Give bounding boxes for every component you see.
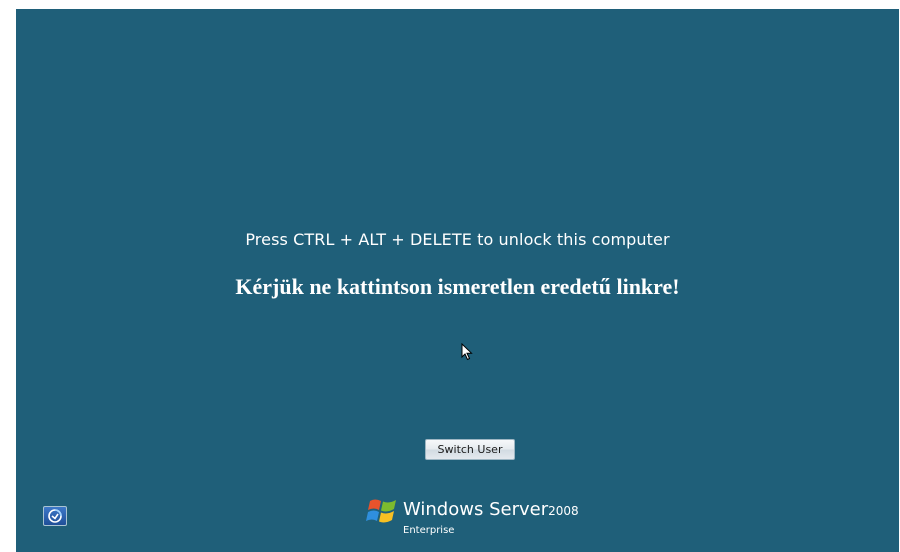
lock-screen: Press CTRL + ALT + DELETE to unlock this…: [16, 9, 899, 552]
product-version: 2008: [548, 504, 579, 518]
ease-of-access-icon: [48, 509, 62, 523]
ease-of-access-button[interactable]: [43, 506, 67, 526]
switch-user-button[interactable]: Switch User: [425, 439, 515, 460]
mouse-pointer-icon: [461, 343, 473, 361]
product-name: Windows Server2008: [403, 499, 579, 520]
product-edition: Enterprise: [403, 525, 455, 536]
security-notice: Kérjük ne kattintson ismeretlen eredetű …: [235, 274, 680, 299]
windows-flag-icon: [366, 499, 396, 523]
product-label: Windows Server: [403, 499, 549, 520]
unlock-prompt: Press CTRL + ALT + DELETE to unlock this…: [245, 230, 670, 249]
